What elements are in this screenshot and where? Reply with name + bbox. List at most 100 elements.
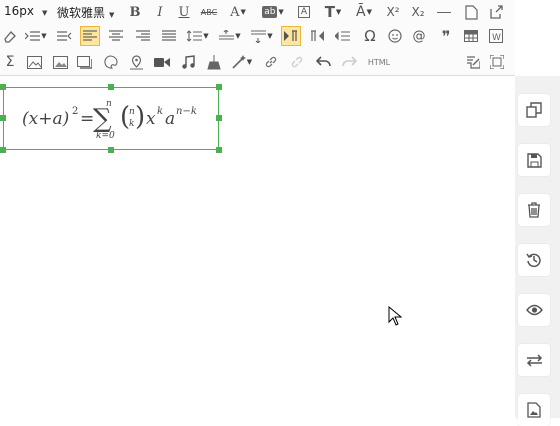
superscript-icon: X² [386,5,400,19]
resize-handle-r[interactable] [216,115,222,121]
resize-handle-tl[interactable] [0,84,6,90]
magic-button[interactable]: ▼ [228,52,256,72]
indent-button[interactable]: ▼ [22,26,50,46]
image-button[interactable] [24,52,44,72]
outdent-icon [56,31,71,41]
insert-image-button[interactable] [518,394,550,426]
html-button[interactable]: HTML [363,52,395,72]
quote-button[interactable]: ❞ [436,26,456,46]
video-button[interactable] [152,52,172,72]
bold-icon: B [129,4,141,20]
text-direction-button[interactable] [332,26,352,46]
draw-button[interactable] [100,52,120,72]
align-center-button[interactable] [106,26,126,46]
preview-button[interactable] [518,294,550,326]
row-spacing-button[interactable]: ▼ [248,26,276,46]
save-button[interactable] [518,144,550,176]
new-document-button[interactable] [461,2,481,22]
row-spacing-icon [251,29,267,43]
bold-button[interactable]: B [125,2,145,22]
save-icon [526,152,542,168]
sigma-icon: ∑ [93,104,112,134]
image-icon [527,402,541,418]
emoji-button[interactable] [385,26,405,46]
copy-button[interactable] [518,94,550,126]
border-text-icon: A [297,6,311,18]
text-transform-button[interactable]: Ā ▼ [350,2,378,22]
history-button[interactable] [518,244,550,276]
font-family-select[interactable]: 微软雅黑 ▼ [57,4,114,21]
music-icon [182,55,195,69]
italic-button[interactable]: I [150,2,170,22]
copy-icon [526,102,542,118]
redo-button[interactable] [339,52,359,72]
broom-button[interactable] [204,52,224,72]
undo-button[interactable] [313,52,333,72]
underline-button[interactable]: U [174,2,194,22]
video-icon [154,57,170,67]
formula-button[interactable]: Σ [0,52,20,72]
justify-button[interactable] [159,26,179,46]
resize-handle-bl[interactable] [0,147,6,153]
delete-button[interactable] [518,194,550,226]
font-size-value: 16px [4,4,34,18]
frame-button[interactable] [74,52,94,72]
align-left-icon [83,30,97,41]
link-button[interactable] [261,52,281,72]
unlink-button[interactable] [287,52,307,72]
swap-button[interactable] [518,344,550,376]
ltr-icon [284,30,297,41]
strikethrough-button[interactable]: ABC [199,2,219,22]
toolbar-row-2: ▼ ▼ ▼ ▼ Ω @ ❞ W [0,24,515,48]
font-size-select[interactable]: 16px ▼ [4,4,47,18]
rtl-button[interactable] [307,26,327,46]
superscript-button[interactable]: X² [383,2,403,22]
highlight-icon: ab [262,6,278,18]
at-button[interactable]: @ [409,26,429,46]
justify-icon [162,30,176,41]
special-char-button[interactable]: Ω [360,26,380,46]
ltr-button[interactable] [281,26,301,46]
table-button[interactable] [461,26,481,46]
resize-handle-tr[interactable] [216,84,222,90]
magic-icon [232,55,246,69]
resize-handle-br[interactable] [216,147,222,153]
highlight-button[interactable]: ab ▼ [257,2,289,22]
align-center-icon [109,30,123,41]
font-color-button[interactable]: A ▼ [225,2,251,22]
quote-icon: ❞ [441,26,451,46]
line-height-button[interactable]: ▼ [184,26,212,46]
outdent-button[interactable] [54,26,74,46]
eraser-button[interactable] [0,26,20,46]
binomial-formula[interactable]: (x+a) 2 = n ∑ k=0 ( n k ) x k a n−k [4,88,218,149]
align-right-button[interactable] [133,26,153,46]
external-edit-button[interactable] [486,2,506,22]
align-right-icon [136,30,150,41]
frame-icon [76,55,92,69]
border-text-button[interactable]: A [294,2,314,22]
resize-handle-t[interactable] [108,84,114,90]
text-direction-icon [334,30,350,41]
word-button[interactable]: W [486,26,506,46]
external-edit-icon [490,5,503,19]
music-button[interactable] [178,52,198,72]
underline-icon: U [178,4,190,20]
fullscreen-button[interactable] [487,52,507,72]
edit-button[interactable] [463,52,483,72]
image-gallery-button[interactable] [50,52,70,72]
undo-icon [315,56,331,67]
subscript-button[interactable]: X₂ [408,2,428,22]
horizontal-rule-button[interactable] [434,2,454,22]
paragraph-spacing-button[interactable]: ▼ [216,26,244,46]
map-button[interactable] [126,52,146,72]
resize-handle-l[interactable] [0,115,6,121]
resize-handle-b[interactable] [108,147,114,153]
editor-toolbar: 16px ▼ 微软雅黑 ▼ B I U ABC A ▼ ab ▼ A T ▼ Ā ▼ X² … [0,0,515,76]
map-icon [129,54,143,69]
unlink-icon [291,56,303,68]
align-left-button[interactable] [80,26,100,46]
text-style-button[interactable]: T ▼ [319,2,347,22]
formula-selection-box[interactable]: (x+a) 2 = n ∑ k=0 ( n k ) x k a n−k [3,87,219,150]
formula-left-exponent: 2 [72,106,79,117]
special-char-icon: Ω [364,27,376,45]
